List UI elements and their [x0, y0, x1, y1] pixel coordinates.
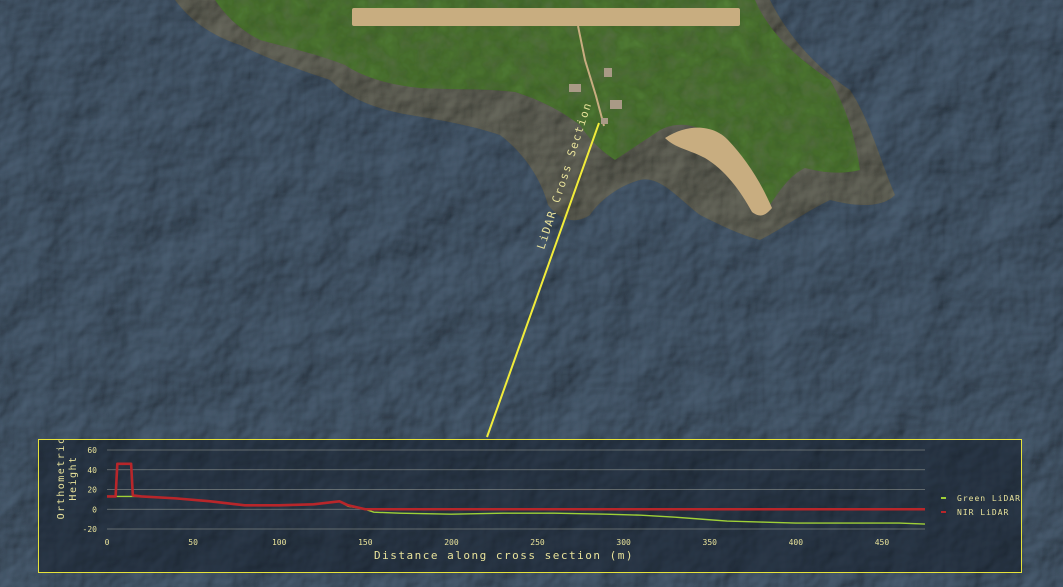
building: [601, 118, 608, 124]
y-tick-label: 40: [87, 466, 97, 475]
x-tick-label: 300: [616, 538, 631, 547]
legend-label-green: Green LiDAR: [957, 494, 1021, 503]
y-tick-label: 20: [87, 486, 97, 495]
x-tick-label: 100: [272, 538, 287, 547]
x-tick-labels: 0 50 100 150 200 250 300 350 400 450: [105, 538, 890, 547]
chart-grid: [107, 449, 925, 530]
x-tick-label: 350: [703, 538, 718, 547]
chart-series: [107, 462, 926, 525]
chart-legend: Green LiDAR NIR LiDAR: [941, 494, 1021, 517]
y-tick-label: 60: [87, 446, 97, 455]
y-axis-label: Height: [68, 455, 79, 500]
y-axis-label: Orthometric: [56, 440, 67, 519]
x-tick-label: 450: [875, 538, 890, 547]
x-tick-label: 400: [789, 538, 804, 547]
x-axis-label: Distance along cross section (m): [374, 549, 634, 562]
building: [604, 68, 612, 77]
x-tick-label: 150: [358, 538, 373, 547]
x-tick-label: 200: [444, 538, 459, 547]
x-tick-label: 250: [530, 538, 545, 547]
building: [610, 100, 622, 109]
airstrip: [352, 8, 740, 26]
building: [569, 84, 581, 92]
x-tick-label: 0: [105, 538, 110, 547]
y-tick-labels: -20 0 20 40 60: [83, 446, 98, 534]
cross-section-chart: -20 0 20 40 60 0 50 100 150 200 250 300 350 400 450 O…: [56, 440, 1021, 562]
legend-label-nir: NIR LiDAR: [957, 508, 1009, 517]
cross-section-chart-panel: -20 0 20 40 60 0 50 100 150 200 250 300 350 400 450 O…: [38, 439, 1022, 573]
y-tick-label: -20: [83, 525, 98, 534]
y-tick-label: 0: [92, 505, 97, 514]
series-line-nir-lidar: [107, 462, 925, 511]
x-tick-label: 50: [188, 538, 198, 547]
